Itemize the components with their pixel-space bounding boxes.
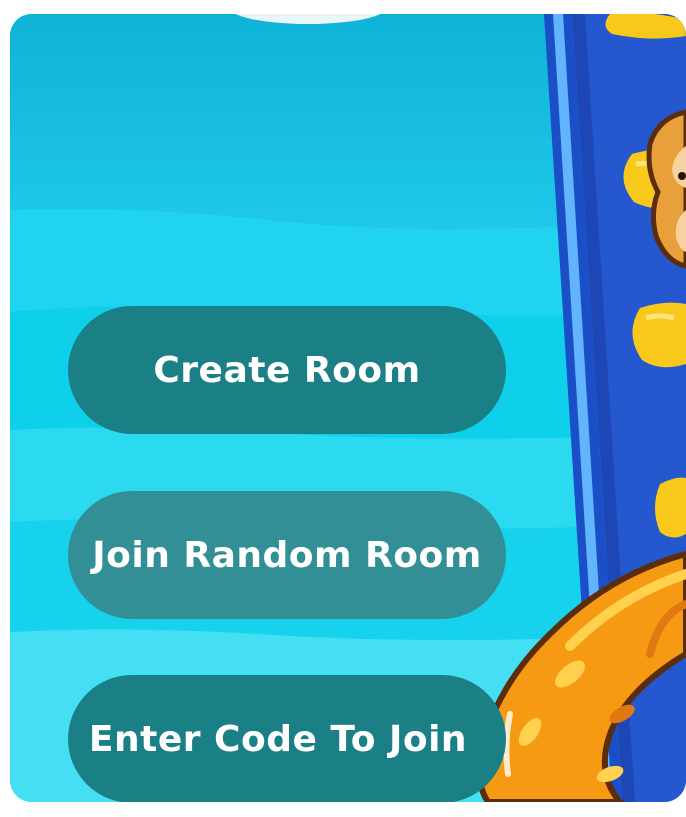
enter-code-to-join-label: Enter Code To Join	[88, 718, 468, 760]
create-room-label: Create Room	[153, 349, 421, 391]
game-menu-screen: Create Room Join Random Room Enter Code …	[10, 14, 686, 802]
create-room-button[interactable]: Create Room	[68, 306, 506, 434]
join-random-room-label: Join Random Room	[92, 534, 482, 576]
join-random-room-button[interactable]: Join Random Room	[68, 491, 506, 619]
game-frame: Create Room Join Random Room Enter Code …	[0, 0, 686, 817]
enter-code-to-join-button[interactable]: Enter Code To Join	[68, 675, 506, 802]
